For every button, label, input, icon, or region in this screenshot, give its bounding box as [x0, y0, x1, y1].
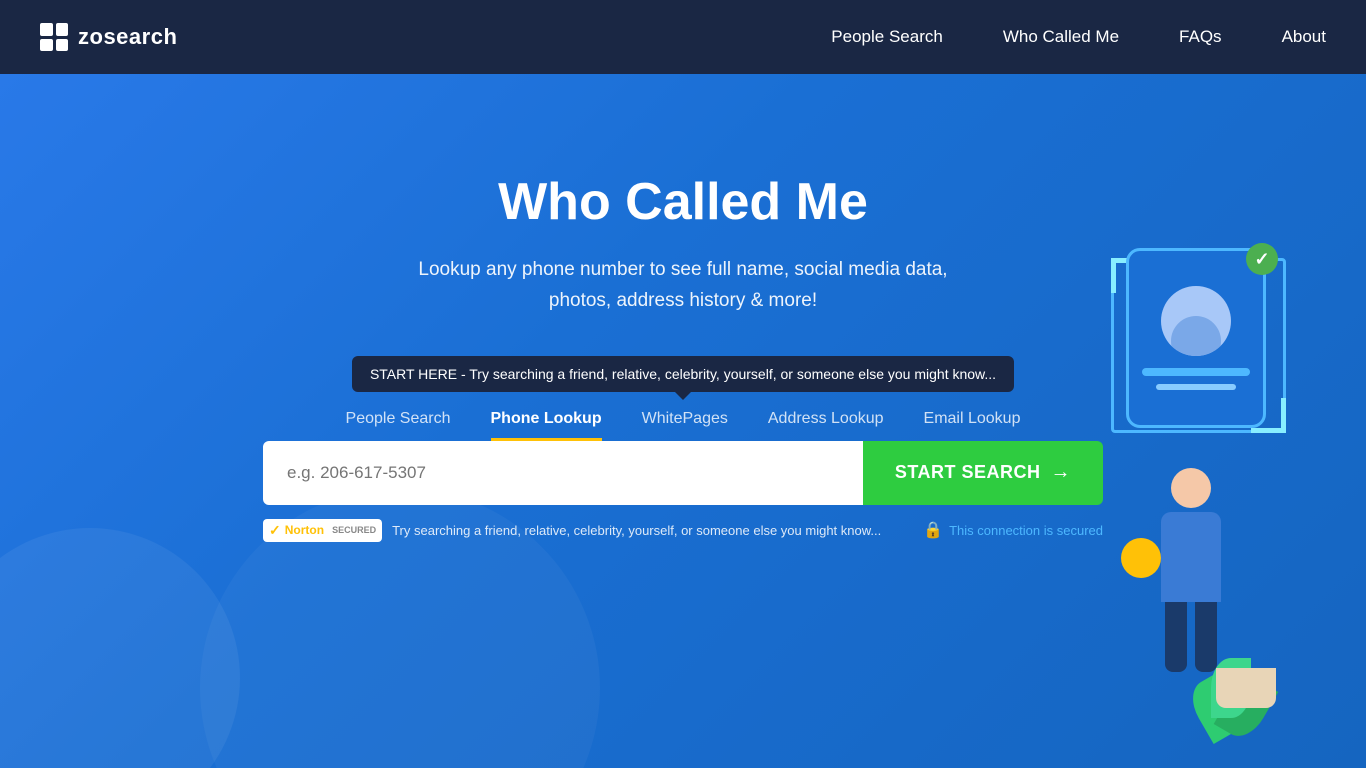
navbar: zosearch People Search Who Called Me FAQ… [0, 0, 1366, 74]
tab-address-lookup[interactable]: Address Lookup [768, 410, 884, 441]
lock-icon: 🔒 [923, 520, 943, 540]
arrow-right-icon: → [1051, 461, 1072, 484]
search-bar-container: START SEARCH → [263, 441, 1103, 505]
person-leg-left [1165, 602, 1187, 672]
logo[interactable]: zosearch [40, 23, 177, 51]
tab-email-lookup[interactable]: Email Lookup [924, 410, 1021, 441]
hero-content: Who Called Me Lookup any phone number to… [352, 174, 1014, 410]
norton-label: Norton [285, 523, 324, 537]
plant-decoration [1186, 588, 1306, 708]
norton-check-icon: ✓ [269, 522, 281, 539]
search-tabs: People Search Phone Lookup WhitePages Ad… [346, 410, 1021, 441]
nav-who-called-me[interactable]: Who Called Me [1003, 27, 1119, 47]
start-search-button[interactable]: START SEARCH → [863, 441, 1103, 505]
security-row: ✓ Norton SECURED Try searching a friend,… [263, 519, 1103, 542]
plant-pot [1216, 668, 1276, 708]
phone-card [1126, 248, 1266, 428]
tab-people-search[interactable]: People Search [346, 410, 451, 441]
hero-subtitle-line2: photos, address history & more! [549, 290, 817, 311]
card-avatar [1161, 286, 1231, 356]
tab-whitepages[interactable]: WhitePages [642, 410, 728, 441]
card-line1 [1142, 368, 1249, 376]
check-circle-icon: ✓ [1246, 243, 1278, 275]
tab-phone-lookup[interactable]: Phone Lookup [491, 410, 602, 441]
search-button-label: START SEARCH [895, 462, 1041, 483]
hero-title: Who Called Me [352, 174, 1014, 231]
hero-subtitle-line1: Lookup any phone number to see full name… [418, 259, 947, 280]
logo-text: zosearch [78, 24, 177, 50]
search-tooltip: START HERE - Try searching a friend, rel… [352, 356, 1014, 392]
secure-connection: 🔒 This connection is secured [923, 520, 1103, 540]
hero-subtitle: Lookup any phone number to see full name… [352, 255, 1014, 316]
nav-people-search[interactable]: People Search [831, 27, 943, 47]
phone-search-input[interactable] [263, 441, 863, 505]
nav-about[interactable]: About [1282, 27, 1326, 47]
norton-logo: ✓ Norton SECURED [263, 519, 382, 542]
secure-connection-text: This connection is secured [949, 523, 1103, 538]
card-line2 [1156, 384, 1236, 390]
hero-section: ✓ Who [0, 74, 1366, 768]
nav-faqs[interactable]: FAQs [1179, 27, 1222, 47]
norton-secured: SECURED [332, 525, 376, 535]
main-nav: People Search Who Called Me FAQs About [831, 27, 1326, 47]
person-head [1171, 468, 1211, 508]
norton-description: Try searching a friend, relative, celebr… [392, 523, 881, 538]
logo-icon [40, 23, 68, 51]
tooltip-text: START HERE - Try searching a friend, rel… [370, 366, 996, 382]
norton-badge: ✓ Norton SECURED Try searching a friend,… [263, 519, 881, 542]
yellow-ball-decoration [1121, 538, 1161, 578]
